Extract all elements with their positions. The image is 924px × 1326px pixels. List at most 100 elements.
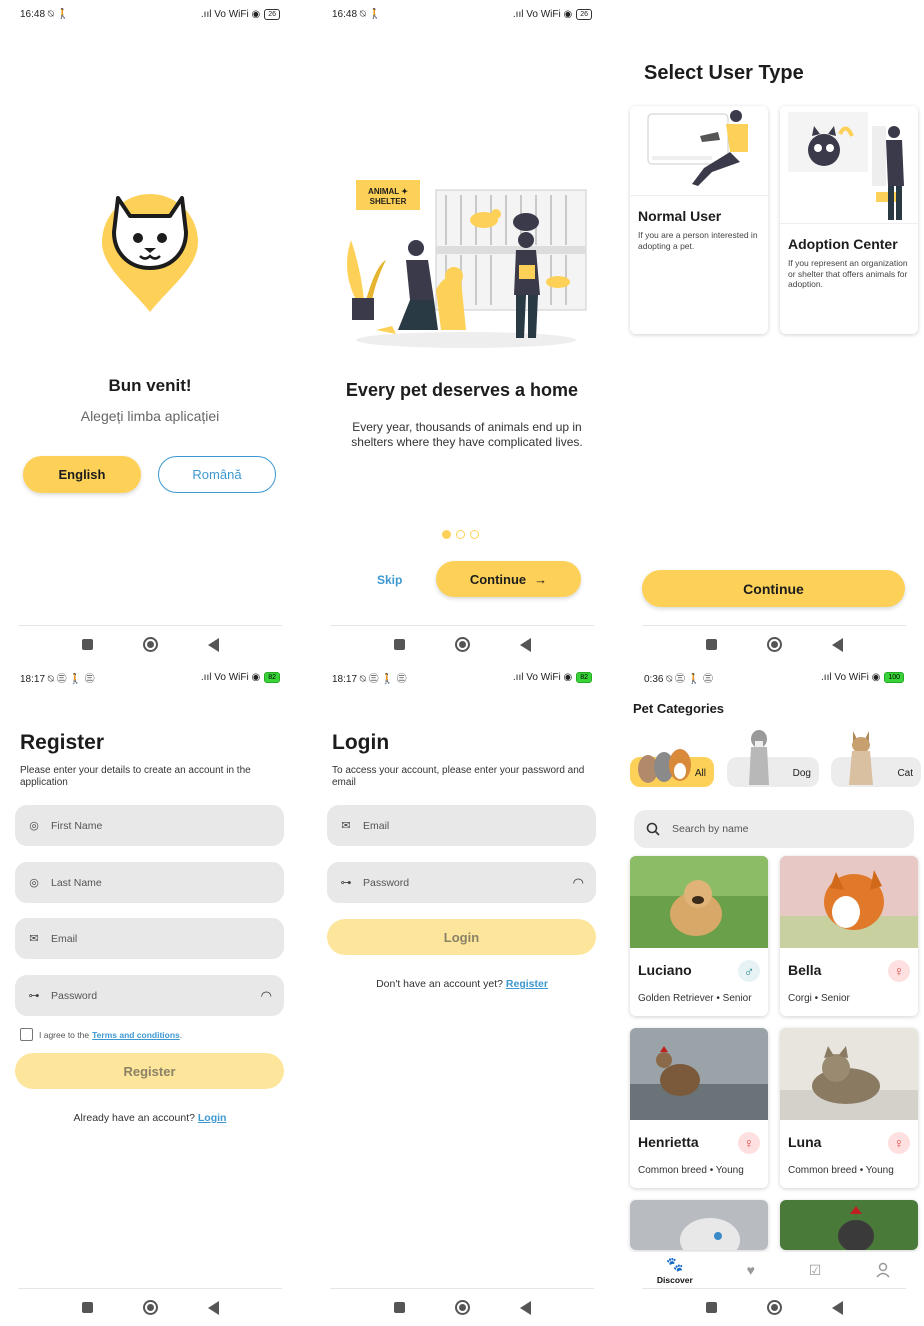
pet-photo <box>630 1028 768 1120</box>
skip-button[interactable]: Skip <box>377 573 402 587</box>
continue-button[interactable]: Continue <box>642 570 905 607</box>
mail-icon: ✉ <box>29 933 39 945</box>
register-button[interactable]: Register <box>15 1053 284 1089</box>
pet-photo <box>780 1028 918 1120</box>
pet-card[interactable]: Luna ♀ Common breed • Young <box>780 1028 918 1188</box>
first-name-field[interactable]: ◎ First Name <box>15 805 284 846</box>
login-link[interactable]: Login <box>198 1112 227 1124</box>
pet-photo <box>630 1200 768 1250</box>
back-icon[interactable] <box>519 1300 531 1315</box>
password-field[interactable]: ⊶ Password ◠ <box>327 862 596 903</box>
status-time: 16:48 ⍉ 🚶 <box>332 8 382 20</box>
adoption-center-card[interactable]: Adoption Center If you represent an orga… <box>780 106 918 334</box>
onboarding-title: Every pet deserves a home <box>345 380 579 400</box>
svg-text:SHELTER: SHELTER <box>370 197 407 206</box>
pet-info: Golden Retriever • Senior <box>638 993 752 1004</box>
recents-icon[interactable] <box>81 639 93 650</box>
home-icon[interactable] <box>454 637 470 652</box>
pet-name: Luna <box>788 1134 822 1150</box>
language-screen: 16:48 ⍉ 🚶 .ııl Vo WiFi ◉ 26 Bun venit! Al… <box>0 0 300 663</box>
password-field[interactable]: ⊶ Password ◠ <box>15 975 284 1016</box>
normal-user-description: If you are a person interested in adopti… <box>638 230 758 251</box>
page-description: To access your account, please enter you… <box>332 765 585 788</box>
app-logo <box>102 194 198 312</box>
tab-discover[interactable]: 🐾 Discover <box>657 1256 693 1285</box>
back-icon[interactable] <box>831 1300 843 1315</box>
terms-row: I agree to the Terms and conditions . <box>20 1028 182 1041</box>
register-link[interactable]: Register <box>506 978 548 990</box>
email-field[interactable]: ✉ Email <box>327 805 596 846</box>
pet-card[interactable] <box>780 1200 918 1250</box>
battery-icon: 82 <box>576 671 592 683</box>
tab-favorites[interactable]: ♥ <box>747 1262 755 1278</box>
normal-user-card[interactable]: Normal User If you are a person interest… <box>630 106 768 334</box>
language-subtitle: Alegeți limba aplicației <box>80 408 220 424</box>
system-nav-bar <box>642 625 906 663</box>
tab-profile[interactable] <box>875 1262 891 1278</box>
status-bar: 18:17 ⍉ ㊂ 🚶 ㊂ .ııl Vo WiFi ◉ 82 <box>332 669 592 685</box>
back-icon[interactable] <box>831 637 843 652</box>
recents-icon[interactable] <box>705 1302 717 1313</box>
email-field[interactable]: ✉ Email <box>15 918 284 959</box>
category-label: All <box>694 768 706 779</box>
adoption-center-description: If you represent an organization or shel… <box>788 258 908 289</box>
category-all[interactable]: All <box>630 727 714 787</box>
email-placeholder: Email <box>51 932 78 945</box>
recents-icon[interactable] <box>81 1302 93 1313</box>
pet-photo <box>780 1200 918 1250</box>
home-icon[interactable] <box>766 637 782 652</box>
pet-name: Henrietta <box>638 1134 699 1150</box>
home-icon[interactable] <box>142 637 158 652</box>
last-name-placeholder: Last Name <box>51 876 102 889</box>
terms-link[interactable]: Terms and conditions <box>92 1030 180 1040</box>
category-cat[interactable]: Cat <box>831 727 921 787</box>
back-icon[interactable] <box>207 1300 219 1315</box>
arrow-right-icon: → <box>534 571 548 587</box>
welcome-title: Bun venit! <box>108 376 192 395</box>
recents-icon[interactable] <box>393 639 405 650</box>
system-nav-bar <box>18 1288 282 1326</box>
dog-image <box>749 730 769 785</box>
bottom-tab-bar: 🐾 Discover ♥ ☑ <box>624 1252 924 1288</box>
tab-calendar[interactable]: ☑ <box>809 1262 822 1279</box>
status-time: 16:48 ⍉ 🚶 <box>20 8 70 20</box>
status-bar: 0:36 ⍉ ㊂ 🚶 ㊂ .ııl Vo WiFi ◉ 100 <box>644 669 904 685</box>
status-time: 18:17 ⍉ ㊂ 🚶 ㊂ <box>332 673 407 685</box>
pet-card[interactable]: Bella ♀ Corgi • Senior <box>780 856 918 1016</box>
register-prompt-text: Don't have an account yet? <box>376 978 503 990</box>
status-time: 18:17 ⍉ ㊂ 🚶 ㊂ <box>20 673 95 685</box>
email-placeholder: Email <box>363 819 390 832</box>
terms-checkbox[interactable] <box>20 1028 33 1041</box>
back-icon[interactable] <box>519 637 531 652</box>
page-dot <box>456 530 465 539</box>
recents-icon[interactable] <box>705 639 717 650</box>
battery-icon: 26 <box>576 8 592 20</box>
pet-card[interactable]: Luciano ♂ Golden Retriever • Senior <box>630 856 768 1016</box>
category-dog[interactable]: Dog <box>727 727 819 787</box>
recents-icon[interactable] <box>393 1302 405 1313</box>
pet-card[interactable] <box>630 1200 768 1250</box>
english-button[interactable]: English <box>23 456 141 493</box>
home-icon[interactable] <box>766 1300 782 1315</box>
female-icon: ♀ <box>738 1132 760 1154</box>
eye-off-icon[interactable]: ◠ <box>573 875 584 891</box>
system-nav-bar <box>330 625 594 663</box>
register-prompt: Don't have an account yet? Register <box>312 978 612 990</box>
cat-image <box>849 731 873 785</box>
home-icon[interactable] <box>454 1300 470 1315</box>
eye-off-icon[interactable]: ◠ <box>261 988 272 1004</box>
pet-card[interactable]: Henrietta ♀ Common breed • Young <box>630 1028 768 1188</box>
discover-screen: 0:36 ⍉ ㊂ 🚶 ㊂ .ııl Vo WiFi ◉ 100 Pet Categ… <box>624 663 924 1326</box>
status-bar: 16:48 ⍉ 🚶 .ııl Vo WiFi ◉ 26 <box>20 6 280 22</box>
romana-button[interactable]: Română <box>158 456 276 493</box>
pet-name: Luciano <box>638 962 692 978</box>
key-icon: ⊶ <box>28 990 40 1002</box>
continue-button[interactable]: Continue → <box>436 561 581 597</box>
search-input[interactable]: Search by name <box>634 810 914 848</box>
onboarding-screen: 16:48 ⍉ 🚶 .ııl Vo WiFi ◉ 26 ANIMAL ✦ SHEL… <box>312 0 612 663</box>
home-icon[interactable] <box>142 1300 158 1315</box>
last-name-field[interactable]: ◎ Last Name <box>15 862 284 903</box>
pet-info: Common breed • Young <box>638 1165 744 1176</box>
login-button[interactable]: Login <box>327 919 596 955</box>
back-icon[interactable] <box>207 637 219 652</box>
